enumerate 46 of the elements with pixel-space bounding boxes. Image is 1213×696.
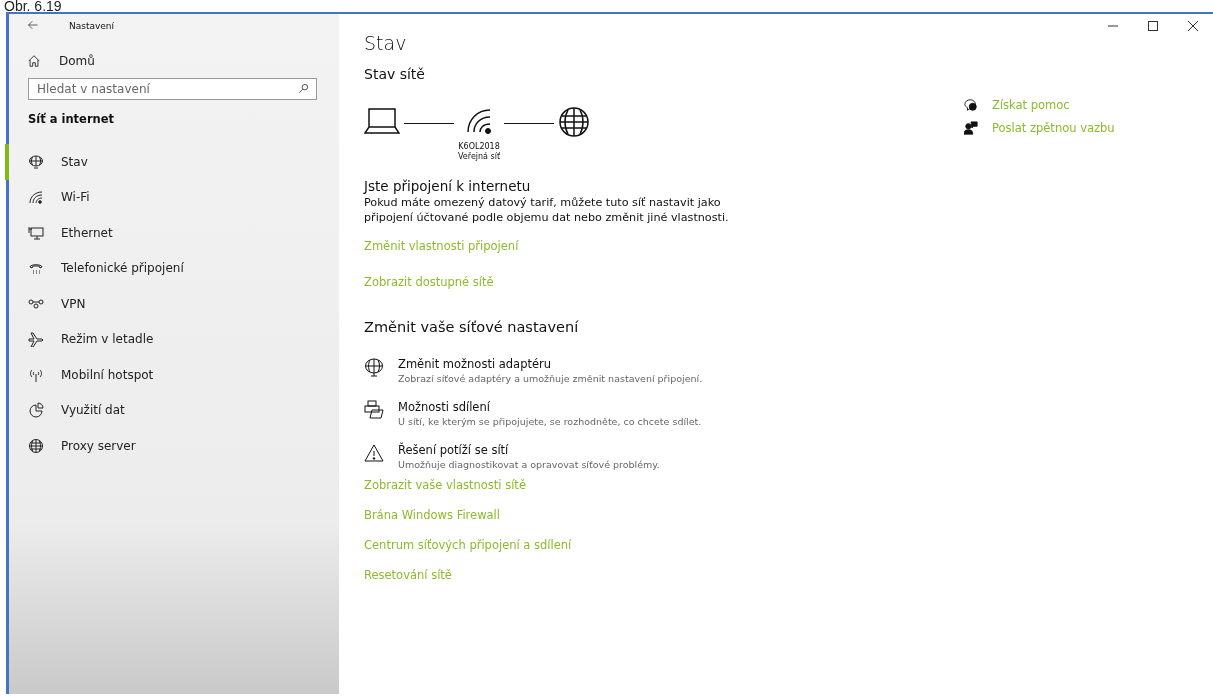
close-icon — [1187, 20, 1199, 32]
nav-item[interactable]: Stav — [5, 144, 339, 180]
status-description: Pokud máte omezený datový tarif, můžete tuto síť nastavit jako připojení účtované podle objemu dat nebo změnit jiné vlastnosti. — [364, 196, 730, 225]
globe-icon — [558, 106, 591, 138]
back-arrow-icon — [27, 19, 39, 31]
nav-item[interactable]: Proxy server — [5, 428, 339, 464]
figure-caption: Obr. 6.19 — [3, 0, 63, 12]
option-description: U sítí, ke kterým se připojujete, se rozhodněte, co chcete sdílet. — [398, 416, 702, 427]
nav-item[interactable]: Režim v letadle — [5, 321, 339, 357]
feedback-icon — [964, 121, 978, 135]
warning-icon — [364, 443, 384, 463]
option-title[interactable]: Změnit možnosti adaptéru — [398, 357, 703, 371]
printer-folder-icon — [364, 400, 384, 420]
nav-item[interactable]: Wi-Fi — [5, 179, 339, 215]
search-icon — [298, 83, 309, 94]
nav-item[interactable]: Mobilní hotspot — [5, 357, 339, 393]
home-link[interactable]: Domů — [27, 50, 95, 72]
network-type: Veřejná síť — [458, 152, 501, 162]
nav-item[interactable]: VPN — [5, 286, 339, 322]
wifi-icon — [28, 189, 44, 206]
option-title[interactable]: Řešení potíží se sítí — [398, 443, 660, 457]
nav-item[interactable]: Ethernet — [5, 215, 339, 251]
globe-icon — [28, 437, 44, 454]
help-chat-icon — [964, 98, 978, 112]
laptop-icon — [364, 106, 400, 134]
option-description: Umožňuje diagnostikovat a opravovat síťové problémy. — [398, 459, 660, 470]
globe-monitor-icon — [364, 357, 384, 377]
search-field[interactable]: Hledat v nastavení — [28, 78, 317, 100]
maximize-icon — [1147, 20, 1159, 32]
window-title: Nastavení — [69, 21, 115, 31]
nav-item[interactable]: Telefonické připojení — [5, 250, 339, 286]
section-heading: Změnit vaše síťové nastavení — [364, 319, 580, 335]
globe-monitor-icon — [28, 153, 44, 170]
ethernet-icon — [28, 224, 44, 241]
network-name: K6OL2018 — [458, 142, 500, 152]
section-heading: Stav sítě — [364, 66, 426, 82]
option-description: Zobrazí síťové adaptéry a umožňuje změnit nastavení připojení. — [398, 373, 703, 384]
wifi-icon — [465, 106, 494, 134]
home-icon — [27, 54, 41, 68]
section-heading: Síť a internet — [28, 112, 116, 126]
airplane-icon — [28, 331, 44, 348]
option-title[interactable]: Možnosti sdílení — [398, 400, 702, 414]
pie-chart-icon — [28, 402, 44, 419]
connection-status: Jste připojení k internetu — [364, 178, 532, 194]
page-title: Stav — [364, 32, 408, 54]
nav-item[interactable]: Využití dat — [5, 392, 339, 428]
